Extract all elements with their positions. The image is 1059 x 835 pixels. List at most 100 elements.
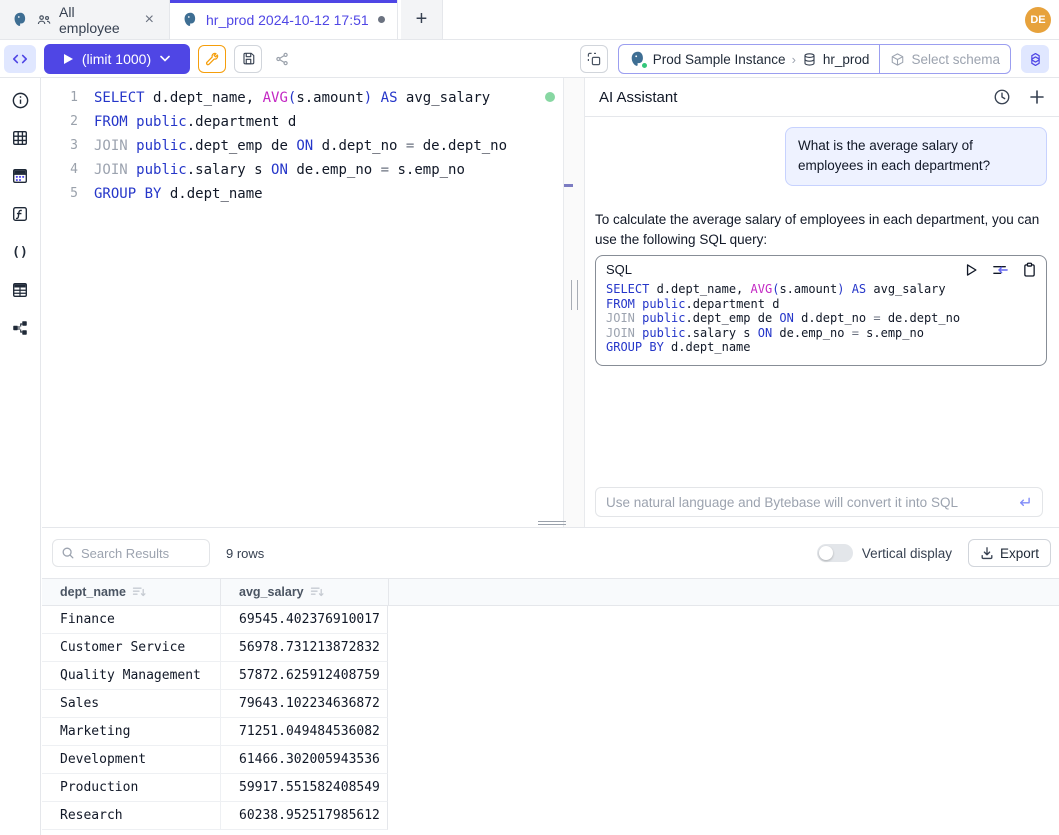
ai-prompt-input[interactable] [606, 495, 1016, 510]
column-header-filler [388, 579, 1059, 605]
ai-assistant-panel: AI Assistant What is the average salary … [585, 78, 1059, 527]
run-button-label: (limit 1000) [82, 51, 151, 67]
sidebar-item-tables[interactable] [6, 124, 34, 152]
sql-card-header: SQL [606, 262, 1036, 277]
save-icon [241, 51, 256, 66]
connection-health-dot [545, 92, 555, 102]
table-row[interactable]: Marketing 71251.049484536082 [42, 718, 1059, 746]
panel-resizer-horizontal[interactable] [538, 520, 566, 526]
toggle-knob [819, 546, 833, 560]
new-tab-button[interactable]: + [401, 0, 443, 39]
cube-icon [890, 52, 905, 67]
cell-avg-salary: 69545.402376910017 [220, 606, 388, 634]
cell-avg-salary: 57872.625912408759 [220, 662, 388, 690]
ai-assistant-toggle-button[interactable] [1021, 45, 1049, 73]
breadcrumb-chevron-icon: › [792, 52, 796, 67]
share-button[interactable] [268, 45, 296, 73]
save-button[interactable] [234, 45, 262, 73]
vertical-display-label: Vertical display [862, 546, 952, 561]
editor-toolbar: (limit 1000) Prod Sample Instance [0, 40, 1059, 78]
table-row[interactable]: Quality Management 57872.625912408759 [42, 662, 1059, 690]
table-grid-icon [11, 129, 29, 147]
results-grid: Finance 69545.402376910017 Customer Serv… [42, 606, 1059, 830]
user-message-bubble: What is the average salary of employees … [785, 127, 1047, 186]
assistant-message: To calculate the average salary of emplo… [595, 210, 1047, 366]
line-number: 4 [42, 158, 78, 182]
info-icon [11, 91, 30, 110]
sidebar-item-procedures[interactable]: () [6, 238, 34, 266]
tab-label: All employee [59, 4, 135, 36]
toolbar-right-group: Prod Sample Instance › hr_prod Select sc… [580, 44, 1049, 74]
editor-code[interactable]: SELECT d.dept_name, AVG(s.amount) AS avg… [94, 86, 507, 206]
sql-card-title: SQL [606, 262, 632, 277]
run-query-button[interactable]: (limit 1000) [44, 44, 190, 74]
wrench-icon [204, 51, 220, 67]
column-header-avg-salary[interactable]: avg_salary [220, 579, 388, 605]
postgres-icon [12, 11, 29, 28]
table-row[interactable]: Development 61466.302005943536 [42, 746, 1059, 774]
submit-prompt-button[interactable] [1016, 496, 1032, 509]
sql-editor[interactable]: 1 2 3 4 5 SELECT d.dept_name, AVG(s.amou… [42, 78, 563, 527]
schema-diagram-icon [11, 319, 29, 337]
clock-icon [993, 88, 1011, 106]
results-search-box [52, 539, 210, 567]
download-icon [980, 546, 994, 560]
line-number: 5 [42, 182, 78, 206]
query-results-panel: 9 rows Vertical display Export dept_name… [42, 527, 1059, 835]
ai-assistant-title: AI Assistant [599, 89, 677, 106]
table-row[interactable]: Customer Service 56978.731213872832 [42, 634, 1059, 662]
copy-code-button[interactable] [1023, 262, 1036, 277]
line-number: 3 [42, 134, 78, 158]
drag-handle-icon[interactable] [571, 280, 578, 310]
new-chat-button[interactable] [1029, 89, 1045, 105]
run-code-button[interactable] [965, 263, 978, 277]
cell-avg-salary: 79643.102234636872 [220, 690, 388, 718]
sidebar-item-table-data[interactable] [6, 162, 34, 190]
cell-avg-salary: 59917.551582408549 [220, 774, 388, 802]
connection-instance-selector[interactable]: Prod Sample Instance › hr_prod [619, 45, 880, 73]
results-toolbar: 9 rows Vertical display Export [42, 528, 1059, 578]
table-row[interactable]: Finance 69545.402376910017 [42, 606, 1059, 634]
unsaved-indicator-dot [378, 16, 385, 23]
sidebar-item-schema-diagram[interactable] [6, 314, 34, 342]
cell-dept-name: Production [42, 774, 220, 802]
schema-selector[interactable]: Select schema [879, 45, 1010, 73]
sidebar-item-views[interactable] [6, 276, 34, 304]
export-button-label: Export [1000, 546, 1039, 561]
search-results-input[interactable] [81, 546, 201, 561]
admin-wrench-button[interactable] [198, 45, 226, 73]
sidebar-item-functions[interactable] [6, 200, 34, 228]
instance-status-dot [641, 62, 648, 69]
schema-placeholder: Select schema [911, 52, 1000, 67]
cell-avg-salary: 71251.049484536082 [220, 718, 388, 746]
column-label: avg_salary [239, 585, 304, 599]
tab-all-employee[interactable]: All employee × [0, 0, 170, 39]
connection-bar: Prod Sample Instance › hr_prod Select sc… [618, 44, 1011, 74]
sql-code-card: SQL SELECT d [595, 255, 1047, 366]
results-header-row: dept_name avg_salary [42, 578, 1059, 606]
export-button[interactable]: Export [968, 539, 1051, 567]
tab-bar: All employee × hr_prod 2024-10-12 17:51 … [0, 0, 1059, 40]
ai-assistant-header: AI Assistant [585, 78, 1059, 117]
insert-lines-icon [992, 263, 1009, 277]
sidebar-item-info[interactable] [6, 86, 34, 114]
cell-dept-name: Development [42, 746, 220, 774]
table-row[interactable]: Production 59917.551582408549 [42, 774, 1059, 802]
vertical-display-toggle[interactable] [817, 544, 853, 562]
panel-resizer-vertical[interactable] [563, 78, 585, 527]
insert-code-button[interactable] [992, 263, 1009, 277]
history-button[interactable] [993, 88, 1011, 106]
sheet-people-icon [36, 12, 52, 28]
close-icon[interactable]: × [142, 10, 157, 30]
table-row[interactable]: Sales 79643.102234636872 [42, 690, 1059, 718]
share-icon [274, 51, 290, 67]
table-row[interactable]: Research 60238.952517985612 [42, 802, 1059, 830]
batch-mode-button[interactable] [580, 45, 608, 73]
tab-hr-prod[interactable]: hr_prod 2024-10-12 17:51 [170, 0, 398, 39]
ai-prompt-bar [595, 487, 1043, 517]
code-panel-button[interactable] [4, 45, 36, 73]
batch-query-icon [586, 51, 602, 67]
play-outline-icon [965, 263, 978, 277]
user-avatar[interactable]: DE [1025, 7, 1051, 33]
column-header-dept-name[interactable]: dept_name [42, 579, 220, 605]
